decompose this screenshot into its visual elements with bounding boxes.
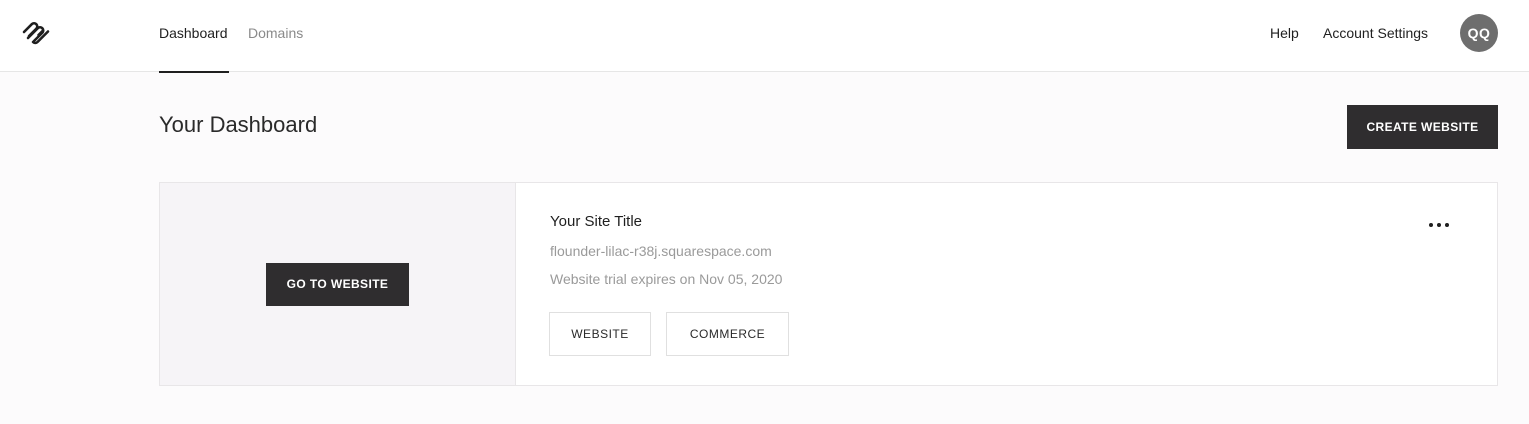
create-website-button[interactable]: CREATE WEBSITE (1347, 105, 1498, 149)
site-domain: flounder-lilac-r38j.squarespace.com (550, 243, 772, 259)
website-button[interactable]: WEBSITE (549, 312, 651, 356)
site-title: Your Site Title (550, 213, 642, 230)
tab-dashboard[interactable]: Dashboard (159, 0, 228, 73)
help-link[interactable]: Help (1270, 0, 1299, 66)
user-avatar[interactable]: QQ (1460, 14, 1498, 52)
commerce-button[interactable]: COMMERCE (666, 312, 789, 356)
site-thumbnail: GO TO WEBSITE (160, 183, 516, 385)
site-card: GO TO WEBSITE Your Site Title flounder-l… (159, 182, 1498, 386)
page-title: Your Dashboard (159, 112, 318, 137)
go-to-website-button[interactable]: GO TO WEBSITE (266, 263, 409, 306)
tab-domains[interactable]: Domains (248, 0, 303, 72)
account-settings-link[interactable]: Account Settings (1323, 0, 1428, 66)
trial-expiry-text: Website trial expires on Nov 05, 2020 (550, 271, 783, 287)
squarespace-logo-icon[interactable] (20, 19, 52, 47)
more-horizontal-icon[interactable] (1426, 217, 1452, 233)
top-navigation-bar: Dashboard Domains Help Account Settings … (0, 0, 1529, 73)
